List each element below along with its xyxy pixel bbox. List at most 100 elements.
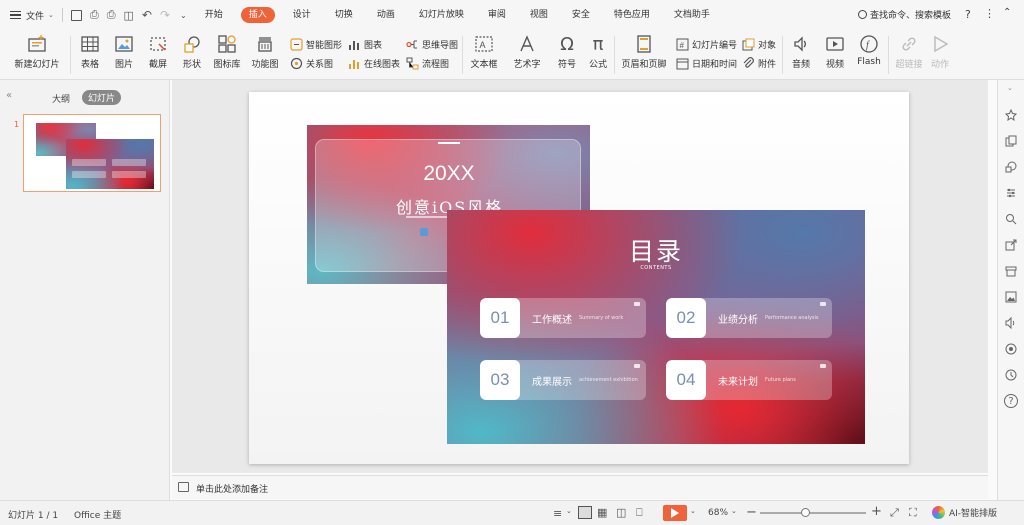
relation-chart-button[interactable]: 关系图 [290, 57, 333, 70]
function-chart-button[interactable]: 功能图 [246, 34, 284, 70]
export-icon[interactable]: ⎙ [90, 8, 99, 22]
save-icon[interactable] [70, 9, 82, 21]
undo-icon[interactable]: ↶ [142, 8, 152, 22]
zoom-slider-handle[interactable] [801, 508, 811, 517]
hyperlink-button[interactable]: 超链接 [894, 34, 924, 70]
smart-art-button[interactable]: 智能图形 [290, 38, 342, 51]
contents-item-1[interactable]: 01 工作概述 Summary of work [480, 298, 646, 338]
slide-number-button[interactable]: # 幻灯片编号 [676, 38, 737, 51]
sorter-view-icon[interactable]: ▦ [597, 506, 607, 519]
picture-button[interactable]: 图片 [108, 34, 140, 70]
preview-icon[interactable]: ◫ [124, 9, 134, 22]
reading-view-icon[interactable]: ◫ [616, 506, 626, 519]
customize-icon[interactable]: ⌄ [180, 11, 187, 20]
print-icon[interactable]: ⎙ [107, 8, 116, 22]
tab-doc-assistant[interactable]: 文档助手 [662, 0, 722, 30]
video-button[interactable]: 视频 [820, 34, 850, 70]
wordart-button[interactable]: 艺术字 [506, 34, 548, 70]
more-icon[interactable]: ⋮ [984, 7, 995, 20]
tab-slideshow[interactable]: 幻灯片放映 [407, 0, 476, 30]
hamburger-icon[interactable] [0, 10, 22, 20]
formula-button[interactable]: π 公式 [584, 34, 612, 71]
record-icon[interactable] [1004, 342, 1018, 356]
theme-name[interactable]: Office 主题 [74, 508, 121, 521]
copy-icon[interactable] [1004, 134, 1018, 148]
flash-icon: f [859, 34, 879, 54]
fullscreen-icon[interactable]: ⛶ [909, 506, 917, 520]
audio-button[interactable]: 音频 [786, 34, 816, 70]
help-icon[interactable]: ? [965, 8, 971, 21]
collapse-panel-icon[interactable]: « [6, 90, 12, 101]
notes-toggle-icon[interactable]: ≡ [553, 507, 562, 520]
screenshot-icon [148, 34, 168, 54]
tab-home[interactable]: 开始 [193, 0, 235, 30]
flowchart-button[interactable]: 流程图 [406, 57, 449, 70]
symbol-button[interactable]: Ω 符号 [552, 34, 582, 71]
mind-map-button[interactable]: 思维导图 [406, 38, 458, 51]
tab-review[interactable]: 审阅 [476, 0, 518, 30]
chevron-down-icon[interactable]: ⌄ [731, 507, 737, 515]
collapse-ribbon-icon[interactable]: ⌃ [1003, 7, 1011, 18]
textbox-button[interactable]: A 文本框 [466, 34, 502, 70]
image-icon[interactable] [1004, 290, 1018, 304]
slide[interactable]: 20XX 创意iOS风格 目录 CONTENTS 01 工作概述 Summary… [249, 92, 909, 464]
fit-window-icon[interactable]: ⤢ [890, 506, 899, 520]
zoom-in-icon[interactable]: + [871, 504, 882, 519]
item-title: 业绩分析 [718, 314, 758, 326]
icon-library-icon [217, 34, 237, 54]
online-chart-button[interactable]: 在线图表 [348, 57, 400, 70]
tab-slides[interactable]: 幻灯片 [82, 90, 122, 105]
notes-bar[interactable]: 单击此处添加备注 [172, 475, 988, 499]
help-circle-icon[interactable]: ? [1004, 394, 1018, 408]
tab-transition[interactable]: 切换 [323, 0, 365, 30]
action-button[interactable]: 动作 [926, 34, 954, 70]
ai-layout-button[interactable]: AI-智能排版 [932, 506, 997, 519]
tab-view[interactable]: 视图 [518, 0, 560, 30]
datetime-button[interactable]: 日期和时间 [676, 57, 737, 70]
tab-features[interactable]: 特色应用 [602, 0, 662, 30]
zoom-level[interactable]: 68% [708, 508, 728, 518]
chevron-down-icon[interactable]: ⌄ [690, 507, 696, 515]
table-button[interactable]: 表格 [74, 34, 106, 70]
contents-card[interactable]: 目录 CONTENTS 01 工作概述 Summary of work 02 业… [447, 210, 865, 444]
tab-security[interactable]: 安全 [560, 0, 602, 30]
format-icon[interactable] [1004, 186, 1018, 200]
audio-icon[interactable] [1004, 316, 1018, 330]
contents-item-3[interactable]: 03 成果展示 achievement exhibition [480, 360, 646, 400]
animation-icon[interactable] [1004, 212, 1018, 226]
tab-insert[interactable]: 插入 [240, 7, 275, 23]
history-icon[interactable] [1004, 368, 1018, 382]
zoom-slider[interactable] [760, 508, 866, 517]
presenter-view-icon[interactable]: ⎕ [636, 506, 643, 520]
slide-thumbnail[interactable] [23, 114, 161, 192]
redo-icon[interactable]: ↷ [160, 8, 170, 22]
screenshot-button[interactable]: 截屏 [142, 34, 174, 70]
shape-button[interactable]: 形状 [176, 34, 208, 70]
normal-view-icon[interactable] [578, 506, 592, 519]
collapse-sidebar-icon[interactable]: ⌄ [1007, 84, 1013, 92]
attachment-button[interactable]: 附件 [742, 57, 776, 70]
tab-design[interactable]: 设计 [281, 0, 323, 30]
command-search[interactable]: 查找命令、搜索模板 [858, 8, 951, 21]
tab-animation[interactable]: 动画 [365, 0, 407, 30]
contents-item-2[interactable]: 02 业绩分析 Performance analysis [666, 298, 832, 338]
archive-icon[interactable] [1004, 264, 1018, 278]
file-menu[interactable]: 文件 ⌄ [22, 9, 58, 22]
new-slide-button[interactable]: 新建幻灯片 [8, 34, 66, 70]
share-icon[interactable] [1004, 238, 1018, 252]
tab-outline[interactable]: 大纲 [52, 92, 70, 105]
shape-fill-icon[interactable] [1004, 160, 1018, 174]
thumb-row [72, 171, 106, 178]
icon-library-button[interactable]: 图标库 [210, 34, 244, 70]
function-chart-icon [255, 34, 275, 54]
chevron-down-icon[interactable]: ⌄ [566, 507, 572, 515]
contents-item-4[interactable]: 04 未来计划 Future plans [666, 360, 832, 400]
chart-button[interactable]: 图表 [348, 38, 382, 51]
object-button[interactable]: 对象 [742, 38, 776, 51]
play-slideshow-button[interactable] [663, 505, 687, 521]
flash-button[interactable]: f Flash [854, 34, 884, 67]
style-icon[interactable] [1004, 108, 1018, 122]
zoom-out-icon[interactable]: − [746, 505, 757, 520]
header-footer-button[interactable]: 页眉和页脚 [618, 34, 670, 70]
smart-art-icon [290, 38, 303, 51]
